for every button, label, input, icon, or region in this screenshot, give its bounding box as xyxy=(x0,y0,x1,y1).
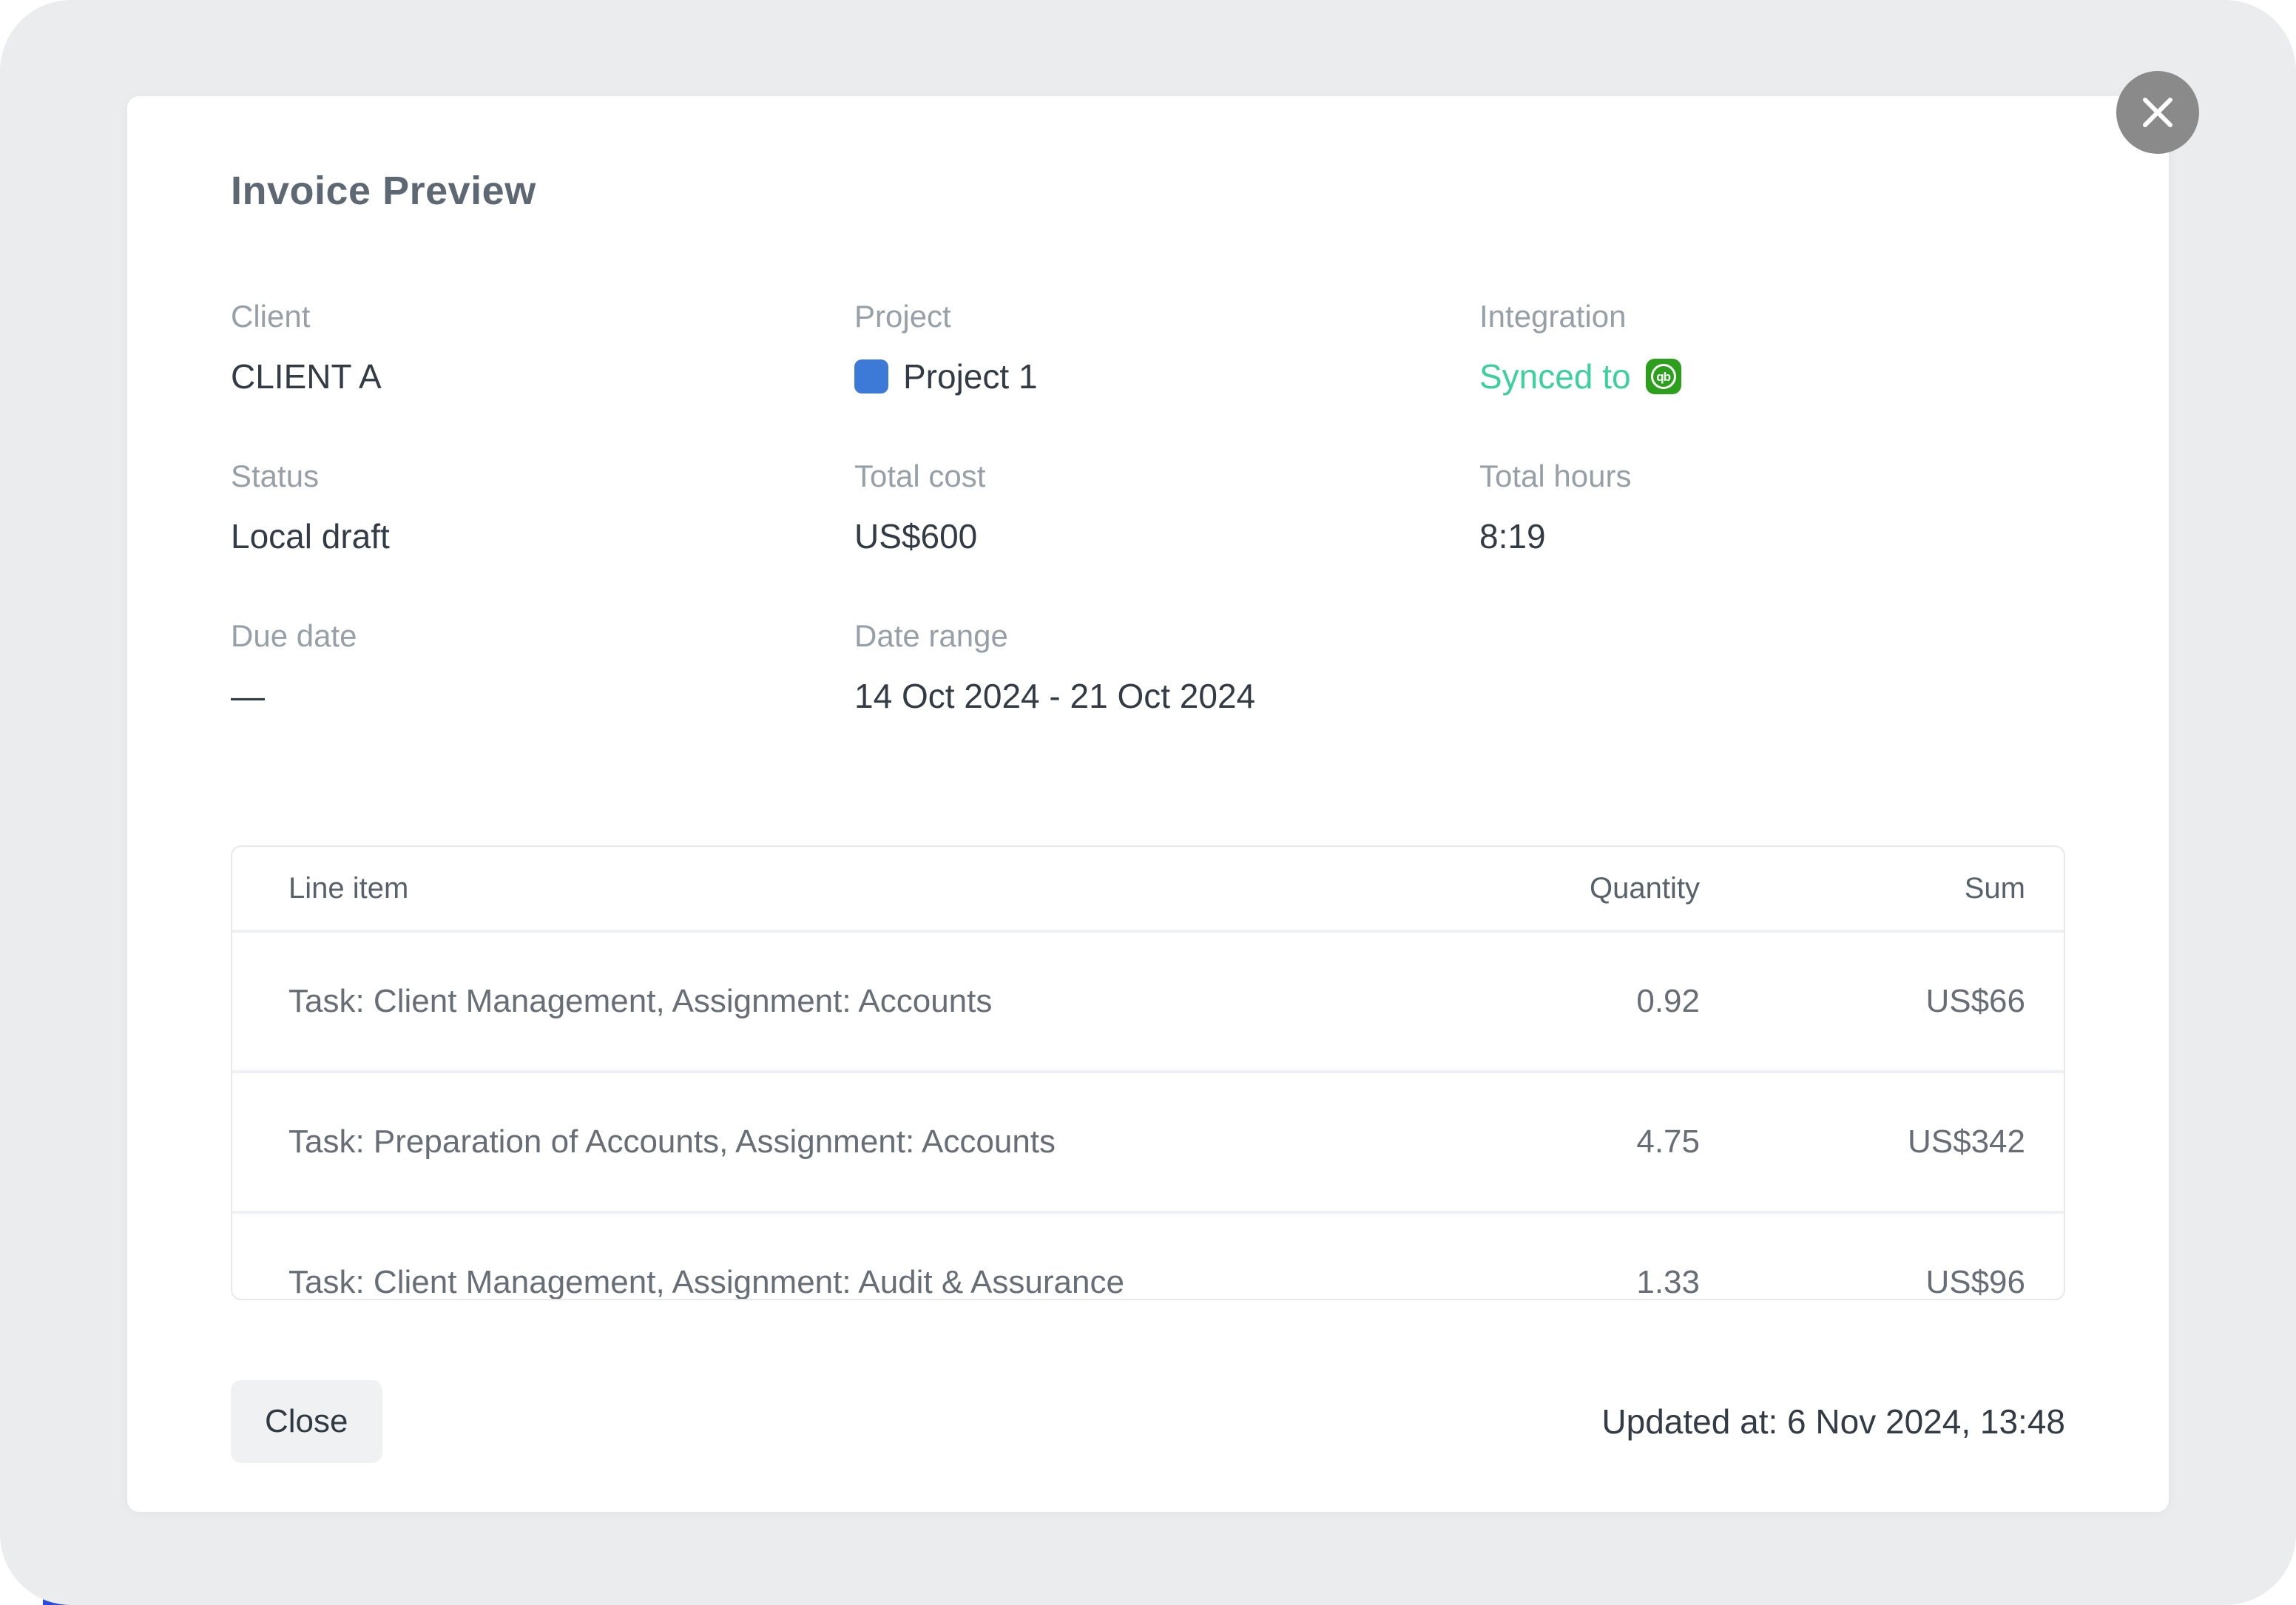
total-hours-value: 8:19 xyxy=(1479,516,2065,557)
total-cost-value: US$600 xyxy=(854,516,1479,557)
total-cost-label: Total cost xyxy=(854,458,1479,495)
col-header-quantity: Quantity xyxy=(1478,872,1700,905)
field-project: Project Project 1 xyxy=(854,298,1479,397)
quickbooks-letters: qb xyxy=(1656,371,1670,383)
sum-cell: US$66 xyxy=(1700,983,2025,1020)
close-button[interactable]: Close xyxy=(231,1380,382,1463)
close-x-button[interactable] xyxy=(2116,71,2199,154)
sum-cell: US$96 xyxy=(1700,1264,2025,1300)
quantity-cell: 0.92 xyxy=(1478,983,1700,1020)
integration-value: Synced to qb xyxy=(1479,356,2065,397)
close-icon xyxy=(2139,94,2176,131)
project-name: Project 1 xyxy=(903,356,1038,397)
table-row: Task: Client Management, Assignment: Acc… xyxy=(232,930,2064,1070)
line-items-table: Line item Quantity Sum Task: Client Mana… xyxy=(231,845,2065,1300)
date-range-label: Date range xyxy=(854,618,1479,655)
synced-to-text: Synced to xyxy=(1479,356,1631,397)
quantity-cell: 4.75 xyxy=(1478,1124,1700,1160)
line-item-cell: Task: Preparation of Accounts, Assignmen… xyxy=(288,1124,1478,1160)
status-value: Local draft xyxy=(231,516,854,557)
project-label: Project xyxy=(854,298,1479,335)
page-surface: Invoice Preview Client CLIENT A Project … xyxy=(0,0,2296,1605)
due-date-label: Due date xyxy=(231,618,854,655)
quantity-cell: 1.33 xyxy=(1478,1264,1700,1300)
table-header-row: Line item Quantity Sum xyxy=(232,847,2064,930)
line-item-cell: Task: Client Management, Assignment: Acc… xyxy=(288,983,1478,1020)
client-value: CLIENT A xyxy=(231,356,854,397)
field-date-range: Date range 14 Oct 2024 - 21 Oct 2024 xyxy=(854,618,1479,717)
field-integration: Integration Synced to qb xyxy=(1479,298,2065,397)
quickbooks-icon: qb xyxy=(1646,359,1681,394)
table-row: Task: Client Management, Assignment: Aud… xyxy=(232,1211,2064,1300)
field-status: Status Local draft xyxy=(231,458,854,557)
status-label: Status xyxy=(231,458,854,495)
field-total-hours: Total hours 8:19 xyxy=(1479,458,2065,557)
table-row: Task: Preparation of Accounts, Assignmen… xyxy=(232,1070,2064,1211)
integration-label: Integration xyxy=(1479,298,2065,335)
project-value: Project 1 xyxy=(854,356,1479,397)
client-label: Client xyxy=(231,298,854,335)
modal-title: Invoice Preview xyxy=(231,166,2065,215)
field-due-date: Due date — xyxy=(231,618,854,717)
field-client: Client CLIENT A xyxy=(231,298,854,397)
col-header-line-item: Line item xyxy=(288,872,1478,905)
date-range-value: 14 Oct 2024 - 21 Oct 2024 xyxy=(854,675,1479,717)
field-total-cost: Total cost US$600 xyxy=(854,458,1479,557)
total-hours-label: Total hours xyxy=(1479,458,2065,495)
modal-footer: Close Updated at: 6 Nov 2024, 13:48 xyxy=(231,1380,2065,1463)
col-header-sum: Sum xyxy=(1700,872,2025,905)
invoice-summary-grid: Client CLIENT A Project Project 1 Integr… xyxy=(231,298,2065,717)
invoice-preview-modal: Invoice Preview Client CLIENT A Project … xyxy=(127,96,2169,1512)
due-date-value: — xyxy=(231,675,854,717)
sum-cell: US$342 xyxy=(1700,1124,2025,1160)
line-item-cell: Task: Client Management, Assignment: Aud… xyxy=(288,1264,1478,1300)
project-color-swatch xyxy=(854,359,888,393)
quickbooks-ring: qb xyxy=(1651,364,1676,389)
updated-at-text: Updated at: 6 Nov 2024, 13:48 xyxy=(1601,1402,2065,1442)
